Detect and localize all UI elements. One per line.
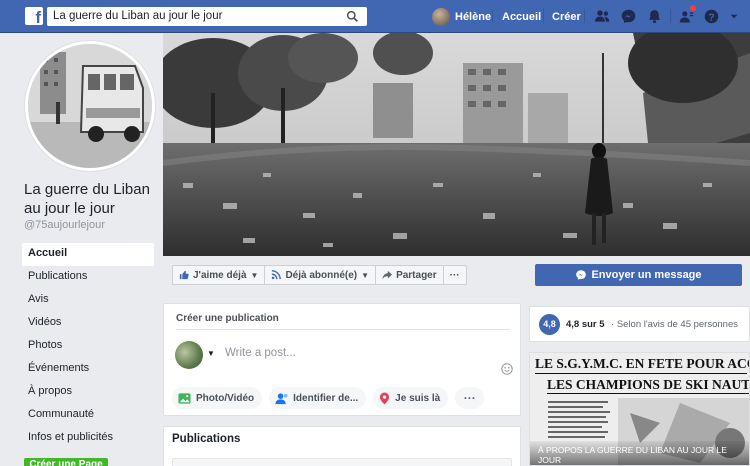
like-button-label: J'aime déjà (193, 269, 247, 281)
rating-count-text: Selon l'avis de 45 personnes (616, 319, 738, 330)
nav-item-posts[interactable]: Publications (22, 266, 154, 289)
follow-button[interactable]: Déjà abonné(e) ▼ (264, 265, 377, 285)
publications-card: Publications (163, 426, 521, 466)
bell-icon[interactable] (646, 8, 663, 25)
friends-icon[interactable] (594, 8, 611, 25)
tag-friends-button[interactable]: Identifier de... (269, 387, 367, 409)
about-caption: À PROPOS LA GUERRE DU LIBAN AU JOUR LE J… (538, 445, 727, 465)
search-input-value: La guerre du Liban au jour le jour (53, 10, 223, 22)
caret-down-icon[interactable]: ▼ (207, 349, 215, 358)
page-profile-picture[interactable] (25, 41, 155, 171)
page-navigation: Accueil Publications Avis Vidéos Photos … (22, 243, 154, 450)
more-options-button[interactable]: ··· (455, 387, 485, 409)
nav-item-reviews[interactable]: Avis (22, 289, 154, 312)
svg-text:?: ? (708, 12, 714, 23)
messenger-icon[interactable] (620, 8, 637, 25)
more-options-button[interactable]: ··· (442, 265, 467, 285)
facebook-logo-icon[interactable]: f (25, 7, 43, 25)
share-button[interactable]: Partager (375, 265, 444, 285)
help-icon[interactable]: ? (703, 8, 720, 25)
thumbs-up-icon (179, 270, 189, 280)
nav-item-photos[interactable]: Photos (22, 335, 154, 358)
location-pin-icon (380, 392, 390, 404)
photo-icon (178, 392, 191, 404)
rss-icon (272, 270, 282, 280)
share-button-label: Partager (396, 269, 437, 281)
messenger-icon (576, 270, 587, 280)
page-action-bar: J'aime déjà ▼ Déjà abonné(e) ▼ Partager … (172, 265, 467, 285)
chevron-down-icon[interactable] (728, 8, 740, 25)
check-in-button[interactable]: Je suis là (373, 387, 449, 409)
composer-options: Photo/Vidéo Identifier de... Je suis là … (172, 387, 491, 409)
page-username[interactable]: @75aujourlejour (24, 219, 105, 231)
nav-item-info-ads[interactable]: Infos et publicités (22, 427, 154, 450)
profile-photo (28, 44, 152, 168)
about-photo-card[interactable]: LE S.G.Y.M.C. EN FETE POUR ACCUEILLIR LE… (529, 352, 750, 466)
create-link[interactable]: Créer (552, 11, 581, 23)
nav-divider (584, 9, 585, 23)
create-post-title[interactable]: Créer une publication (176, 313, 279, 324)
like-button[interactable]: J'aime déjà ▼ (172, 265, 266, 285)
rating-count: · Selon l'avis de 45 personnes (611, 319, 738, 330)
publications-title: Publications (172, 433, 241, 445)
send-message-button[interactable]: Envoyer un message (535, 264, 742, 286)
send-message-label: Envoyer un message (591, 269, 702, 281)
nav-item-videos[interactable]: Vidéos (22, 312, 154, 335)
profile-name: Hélène (455, 11, 492, 23)
follow-button-label: Déjà abonné(e) (285, 269, 358, 281)
nav-item-home[interactable]: Accueil (22, 243, 154, 266)
home-link[interactable]: Accueil (502, 11, 541, 23)
post-preview[interactable] (172, 458, 512, 466)
nav-item-about[interactable]: À propos (22, 381, 154, 404)
photo-video-label: Photo/Vidéo (196, 392, 255, 404)
tag-people-icon (275, 392, 288, 404)
tag-friends-label: Identifier de... (293, 392, 359, 404)
check-in-label: Je suis là (395, 392, 441, 404)
create-page-button[interactable]: Créer une Page (24, 458, 108, 466)
cover-image (163, 33, 750, 256)
post-composer-input[interactable]: Write a post... (225, 347, 296, 359)
page-title: La guerre du Liban au jour le jour (24, 181, 150, 217)
nav-divider (492, 9, 493, 23)
rating-card[interactable]: 4,8 4,8 sur 5 · Selon l'avis de 45 perso… (529, 306, 750, 342)
nav-item-community[interactable]: Communauté (22, 404, 154, 427)
rating-score: 4,8 sur 5 (566, 319, 605, 330)
notification-badge (690, 5, 696, 11)
nav-divider (670, 9, 671, 23)
nav-divider (543, 9, 544, 23)
photo-video-button[interactable]: Photo/Vidéo (172, 387, 263, 409)
search-icon[interactable] (346, 10, 359, 23)
search-input[interactable]: La guerre du Liban au jour le jour (47, 7, 367, 26)
avatar (432, 8, 450, 26)
avatar (175, 341, 203, 369)
caret-down-icon: ▼ (361, 270, 370, 280)
cover-photo[interactable] (163, 33, 750, 256)
caret-down-icon: ▼ (250, 270, 259, 280)
profile-link[interactable]: Hélène (432, 8, 491, 26)
nav-item-events[interactable]: Événements (22, 358, 154, 381)
top-navigation-bar: f La guerre du Liban au jour le jour Hél… (0, 0, 750, 33)
share-icon (382, 270, 393, 280)
emoji-icon[interactable] (501, 363, 513, 375)
divider (176, 329, 510, 330)
rating-badge: 4,8 (539, 314, 560, 335)
create-post-card: Créer une publication ▼ Write a post... … (163, 303, 521, 416)
